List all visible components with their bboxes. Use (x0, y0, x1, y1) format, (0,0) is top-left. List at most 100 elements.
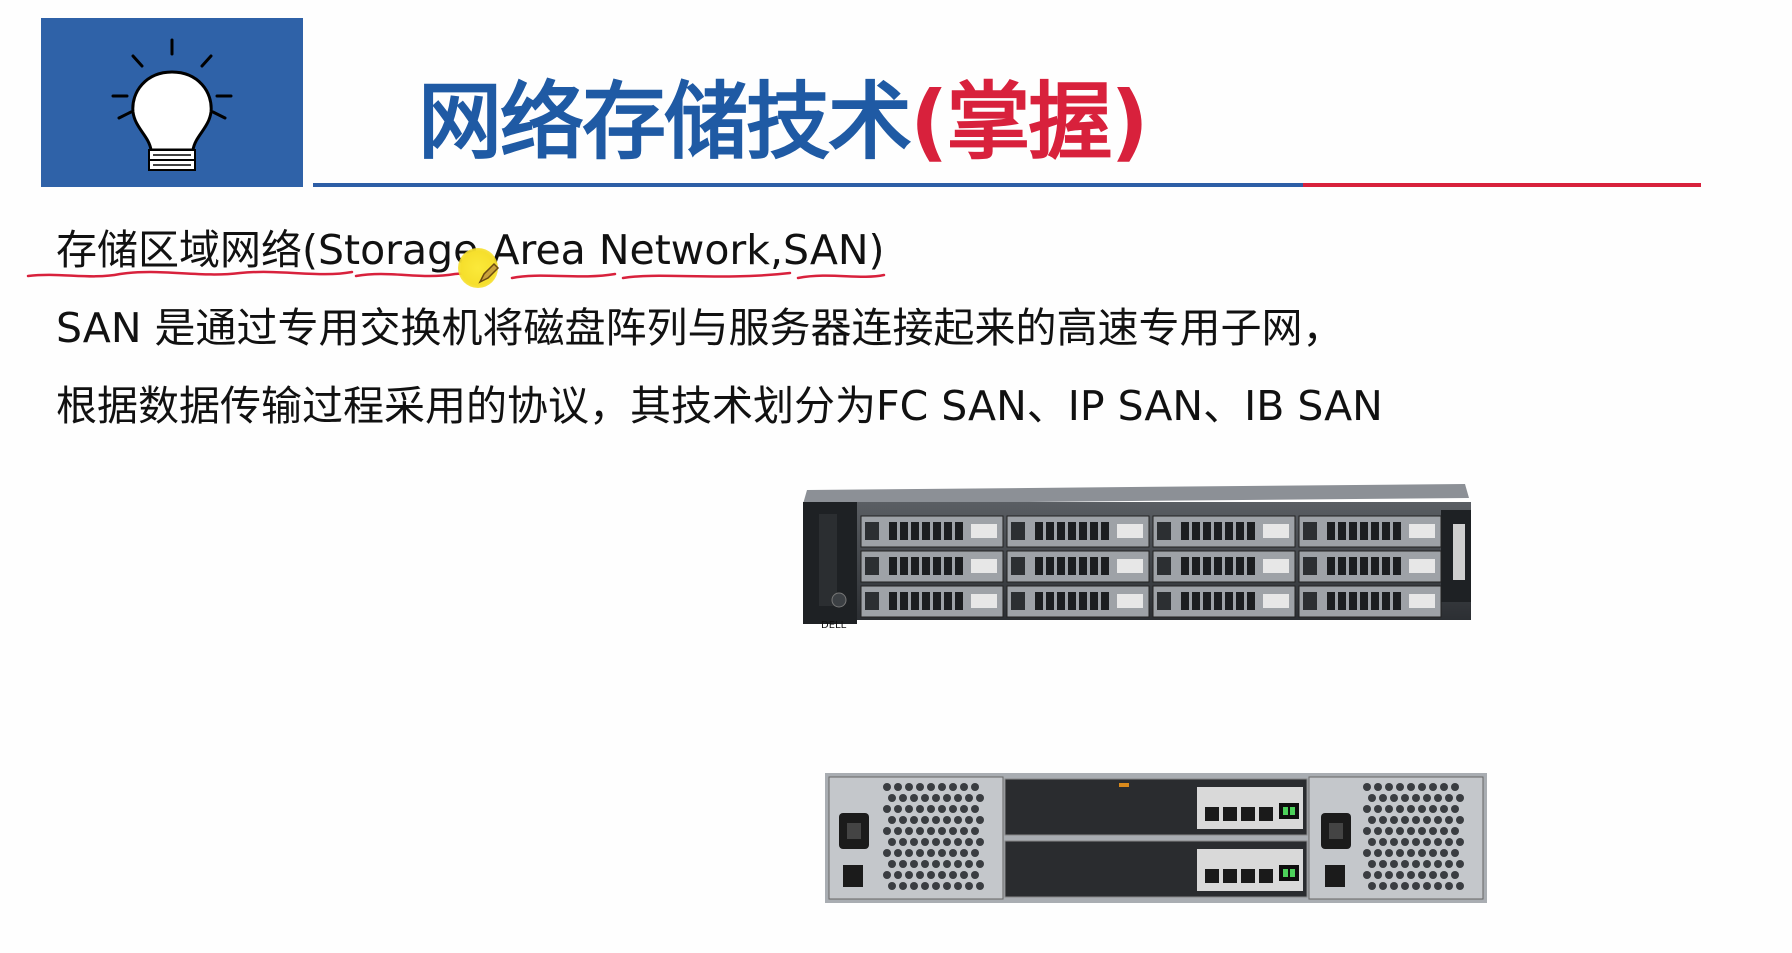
vent-hole (1456, 838, 1464, 846)
vent-hole (1385, 783, 1393, 791)
slide: 网络存储技术(掌握) 存储区域网络(Storage Area Network,S… (0, 0, 1792, 953)
vent-hole (1368, 882, 1376, 890)
vent-hole (905, 871, 913, 879)
vent-hole (965, 882, 973, 890)
vent-hole (1456, 860, 1464, 868)
vent-hole (960, 805, 968, 813)
vent-hole (949, 849, 957, 857)
vent-hole (927, 805, 935, 813)
vent-hole (1390, 794, 1398, 802)
vent-hole (943, 860, 951, 868)
vent-hole (1440, 805, 1448, 813)
vent-hole (1440, 827, 1448, 835)
vent-hole (1379, 838, 1387, 846)
vent-hole (888, 860, 896, 868)
vent-hole (938, 871, 946, 879)
vent-hole (916, 871, 924, 879)
vent-hole (899, 838, 907, 846)
pen-cursor-icon (478, 262, 500, 284)
vent-hole (1429, 827, 1437, 835)
vent-hole (938, 783, 946, 791)
vent-hole (883, 871, 891, 879)
vent-hole (1456, 882, 1464, 890)
vent-hole (1412, 816, 1420, 824)
vent-hole (1368, 838, 1376, 846)
vent-hole (1390, 816, 1398, 824)
title-accent: (掌握) (910, 73, 1149, 171)
vent-hole (954, 860, 962, 868)
vent-hole (1412, 838, 1420, 846)
vent-hole (976, 794, 984, 802)
drive-bay (1006, 550, 1150, 583)
vent-hole (954, 838, 962, 846)
vent-hole (1363, 849, 1371, 857)
vent-hole (910, 794, 918, 802)
drive-bay (1152, 515, 1296, 548)
vent-hole (905, 805, 913, 813)
vent-hole (916, 849, 924, 857)
vent-hole (1374, 783, 1382, 791)
vent-hole (1374, 849, 1382, 857)
vent-hole (976, 838, 984, 846)
title-underline-red (1303, 183, 1701, 187)
slide-title: 网络存储技术(掌握) (418, 62, 1149, 182)
vent-hole (905, 783, 913, 791)
vent-hole (1396, 849, 1404, 857)
vent-hole (883, 849, 891, 857)
vent-hole (1423, 816, 1431, 824)
drive-bay (1006, 585, 1150, 618)
vent-hole (1434, 860, 1442, 868)
vent-hole (894, 827, 902, 835)
vent-hole (888, 816, 896, 824)
vent-hole (899, 860, 907, 868)
vent-hole (965, 860, 973, 868)
vent-hole (1440, 871, 1448, 879)
vent-hole (932, 794, 940, 802)
storage-array-rear (825, 773, 1487, 903)
vent-hole (888, 838, 896, 846)
vent-hole (1379, 882, 1387, 890)
san-protocols: 根据数据传输过程采用的协议，其技术划分为FC SAN、IP SAN、IB SAN (56, 382, 1383, 430)
vent-hole (894, 849, 902, 857)
vent-hole (954, 794, 962, 802)
vent-hole (971, 849, 979, 857)
vent-hole (888, 794, 896, 802)
vent-hole (921, 816, 929, 824)
vent-hole (943, 882, 951, 890)
vent-hole (888, 882, 896, 890)
drive-bay (860, 550, 1004, 583)
vent-hole (1385, 805, 1393, 813)
vent-hole (1374, 871, 1382, 879)
title-underline-blue (313, 183, 1303, 187)
vent-hole (965, 794, 973, 802)
vent-hole (954, 816, 962, 824)
vent-hole (1374, 805, 1382, 813)
vent-hole (960, 783, 968, 791)
vent-hole (1407, 871, 1415, 879)
vent-hole (1396, 805, 1404, 813)
vent-hole (927, 783, 935, 791)
vent-hole (1379, 794, 1387, 802)
vent-hole (932, 882, 940, 890)
drive-bay (860, 585, 1004, 618)
vent-hole (1368, 816, 1376, 824)
vent-hole (960, 827, 968, 835)
san-description: SAN 是通过专用交换机将磁盘阵列与服务器连接起来的高速专用子网， (56, 304, 1344, 352)
vent-hole (932, 816, 940, 824)
vent-hole (921, 838, 929, 846)
vent-hole (938, 827, 946, 835)
vent-hole (921, 794, 929, 802)
vent-hole (1390, 860, 1398, 868)
vent-hole (1434, 838, 1442, 846)
vent-hole (1396, 783, 1404, 791)
vent-hole (1390, 838, 1398, 846)
vent-hole (916, 827, 924, 835)
vent-hole (1451, 849, 1459, 857)
vent-hole (1368, 860, 1376, 868)
vent-hole (976, 816, 984, 824)
vent-hole (1363, 783, 1371, 791)
vent-hole (932, 838, 940, 846)
vent-hole (938, 849, 946, 857)
vent-hole (1401, 794, 1409, 802)
vent-hole (916, 783, 924, 791)
